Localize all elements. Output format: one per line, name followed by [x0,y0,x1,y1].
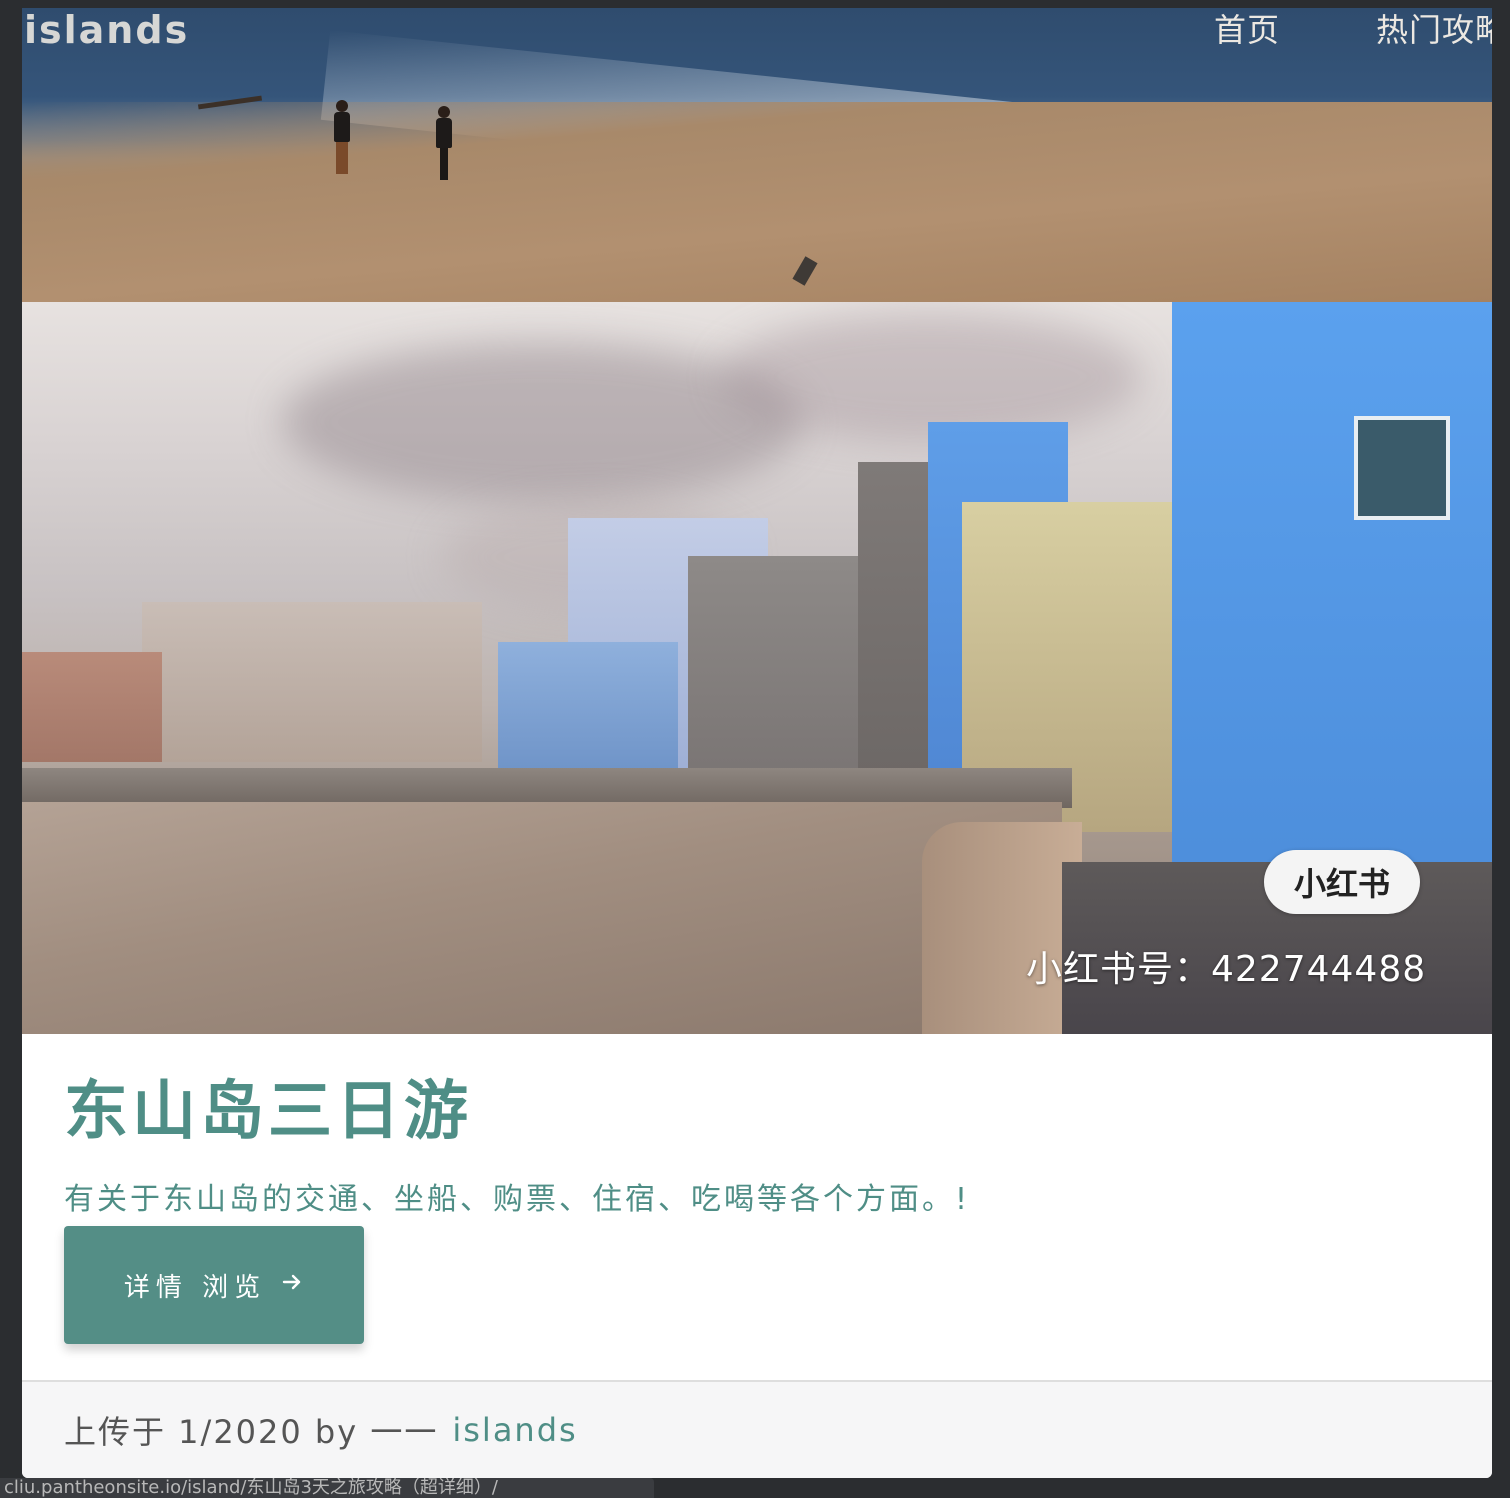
nav-link-popular-guides[interactable]: 热门攻略 [1376,10,1508,54]
blue-house-right [1172,302,1492,882]
distant-buildings-left [22,652,162,762]
site-brand-logo[interactable]: islands [24,8,189,52]
hero-person-left [334,100,350,174]
blue-house [498,642,678,772]
window [1354,416,1450,520]
hero-sand [22,102,1492,302]
top-nav: 首页 热门攻略 [1214,10,1510,54]
page: islands 首页 热门攻略 小红书 小红书号：422744488 东山岛三日… [0,0,1510,1498]
author-link[interactable]: islands [452,1411,577,1449]
article-cover-image[interactable]: 小红书 小红书号：422744488 [22,302,1492,1034]
window-frame [0,0,1510,8]
upload-info: 上传于 1/2020 by 一一 [64,1413,439,1451]
arrow-right-icon [280,1270,304,1301]
window-frame-right [1492,0,1510,1498]
nav-link-home[interactable]: 首页 [1214,10,1280,54]
beach-sand [22,802,1062,1034]
view-details-button[interactable]: 详情 浏览 [64,1226,364,1344]
article-card: 小红书 小红书号：422744488 东山岛三日游 有关于东山岛的交通、坐船、购… [22,302,1492,1478]
image-watermark: 小红书号：422744488 [1026,949,1427,990]
article-description: 有关于东山岛的交通、坐船、购票、住宿、吃喝等各个方面。! [64,1182,971,1217]
status-bar-url: cliu.pantheonsite.io/island/东山岛3天之旅攻略（超详… [0,1478,654,1498]
distant-buildings [142,602,482,762]
article-title[interactable]: 东山岛三日游 [64,1072,1450,1152]
hero-person-right [436,106,452,180]
card-footer: 上传于 1/2020 by 一一 islands [22,1380,1492,1478]
seawall-curve [922,822,1082,1034]
xiaohongshu-badge: 小红书 [1264,850,1420,914]
card-body: 东山岛三日游 有关于东山岛的交通、坐船、购票、住宿、吃喝等各个方面。! 详情 浏… [22,1034,1492,1380]
view-details-label: 详情 浏览 [123,1272,267,1303]
